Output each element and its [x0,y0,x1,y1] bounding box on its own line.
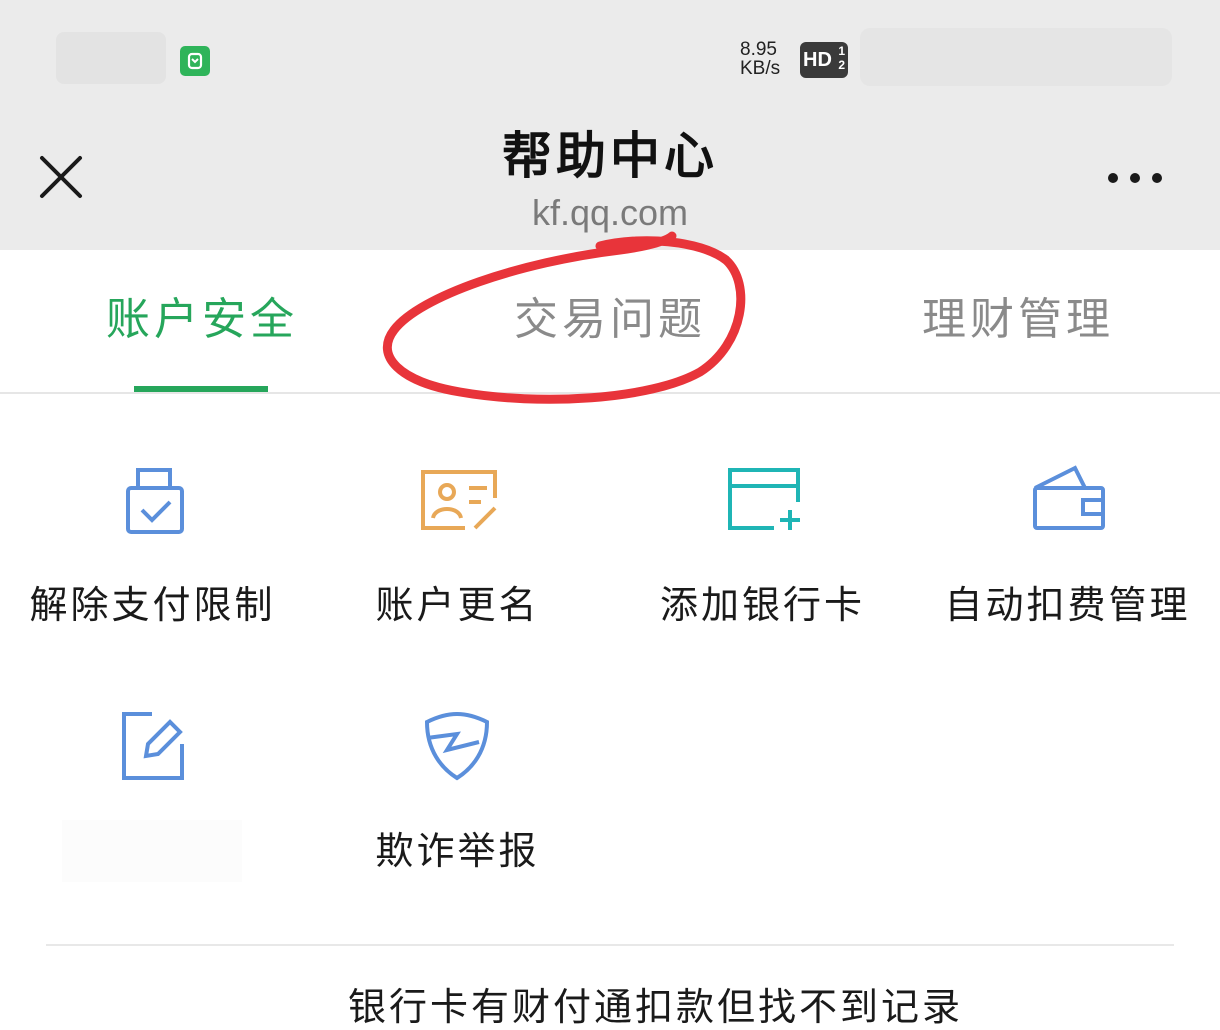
network-speed: 8.95 KB/s [740,40,794,78]
grid-item-auto-debit[interactable]: 自动扣费管理 [915,450,1220,670]
page-title: 帮助中心 [502,127,718,185]
redacted-label [62,820,242,882]
active-tab-indicator [134,386,268,392]
card-add-icon [728,468,800,530]
grid-item-label: 自动扣费管理 [944,583,1191,627]
tab-account-security[interactable]: 账户安全 [32,290,372,350]
hd-call-badge: HD 1 2 [800,42,848,78]
title-bar: 帮助中心 kf.qq.com [0,118,1220,250]
grid-item-label: 账户更名 [375,583,540,627]
hd-sub-top: 1 [838,44,845,58]
close-icon [40,156,82,198]
hd-sim-indicator: 1 2 [835,44,845,72]
close-button[interactable] [30,146,92,208]
grid-item-add-bank-card[interactable]: 添加银行卡 [610,450,915,670]
section-divider [46,944,1174,946]
faq-item[interactable]: 银行卡有财付通扣款但找不到记录 [348,984,963,1030]
grid-item-rename-account[interactable]: 账户更名 [305,450,610,670]
network-speed-unit: KB/s [740,58,781,79]
hd-label: HD [803,49,832,71]
id-card-edit-icon [421,470,497,530]
grid-item-unlock-payment[interactable]: 解除支付限制 [0,450,305,670]
grid-item-label: 欺诈举报 [375,829,540,873]
tab-transaction-issues[interactable]: 交易问题 [440,290,780,350]
page-domain: kf.qq.com [531,192,689,233]
wallet-icon [1033,465,1105,530]
status-bar-blurred-signal [860,28,1172,86]
more-dots-icon [1108,173,1162,183]
shield-icon [424,711,490,781]
network-speed-value: 8.95 [740,39,777,60]
hd-sub-bottom: 2 [838,58,845,72]
grid-item-fraud-report[interactable]: 欺诈举报 [305,700,610,920]
tab-wealth-management[interactable]: 理财管理 [848,290,1188,350]
more-button[interactable] [1100,158,1170,198]
mijia-app-icon [180,46,210,76]
grid-item-label: 解除支付限制 [29,583,276,627]
note-edit-icon [122,712,184,780]
status-bar: 8.95 KB/s HD 1 2 [0,0,1220,118]
grid-item-note-edit[interactable] [0,700,305,920]
grid-item-label: 添加银行卡 [659,583,865,627]
tab-bar: 账户安全 交易问题 理财管理 [0,250,1220,394]
status-bar-blurred-time [56,32,166,84]
lock-check-icon [126,468,184,534]
